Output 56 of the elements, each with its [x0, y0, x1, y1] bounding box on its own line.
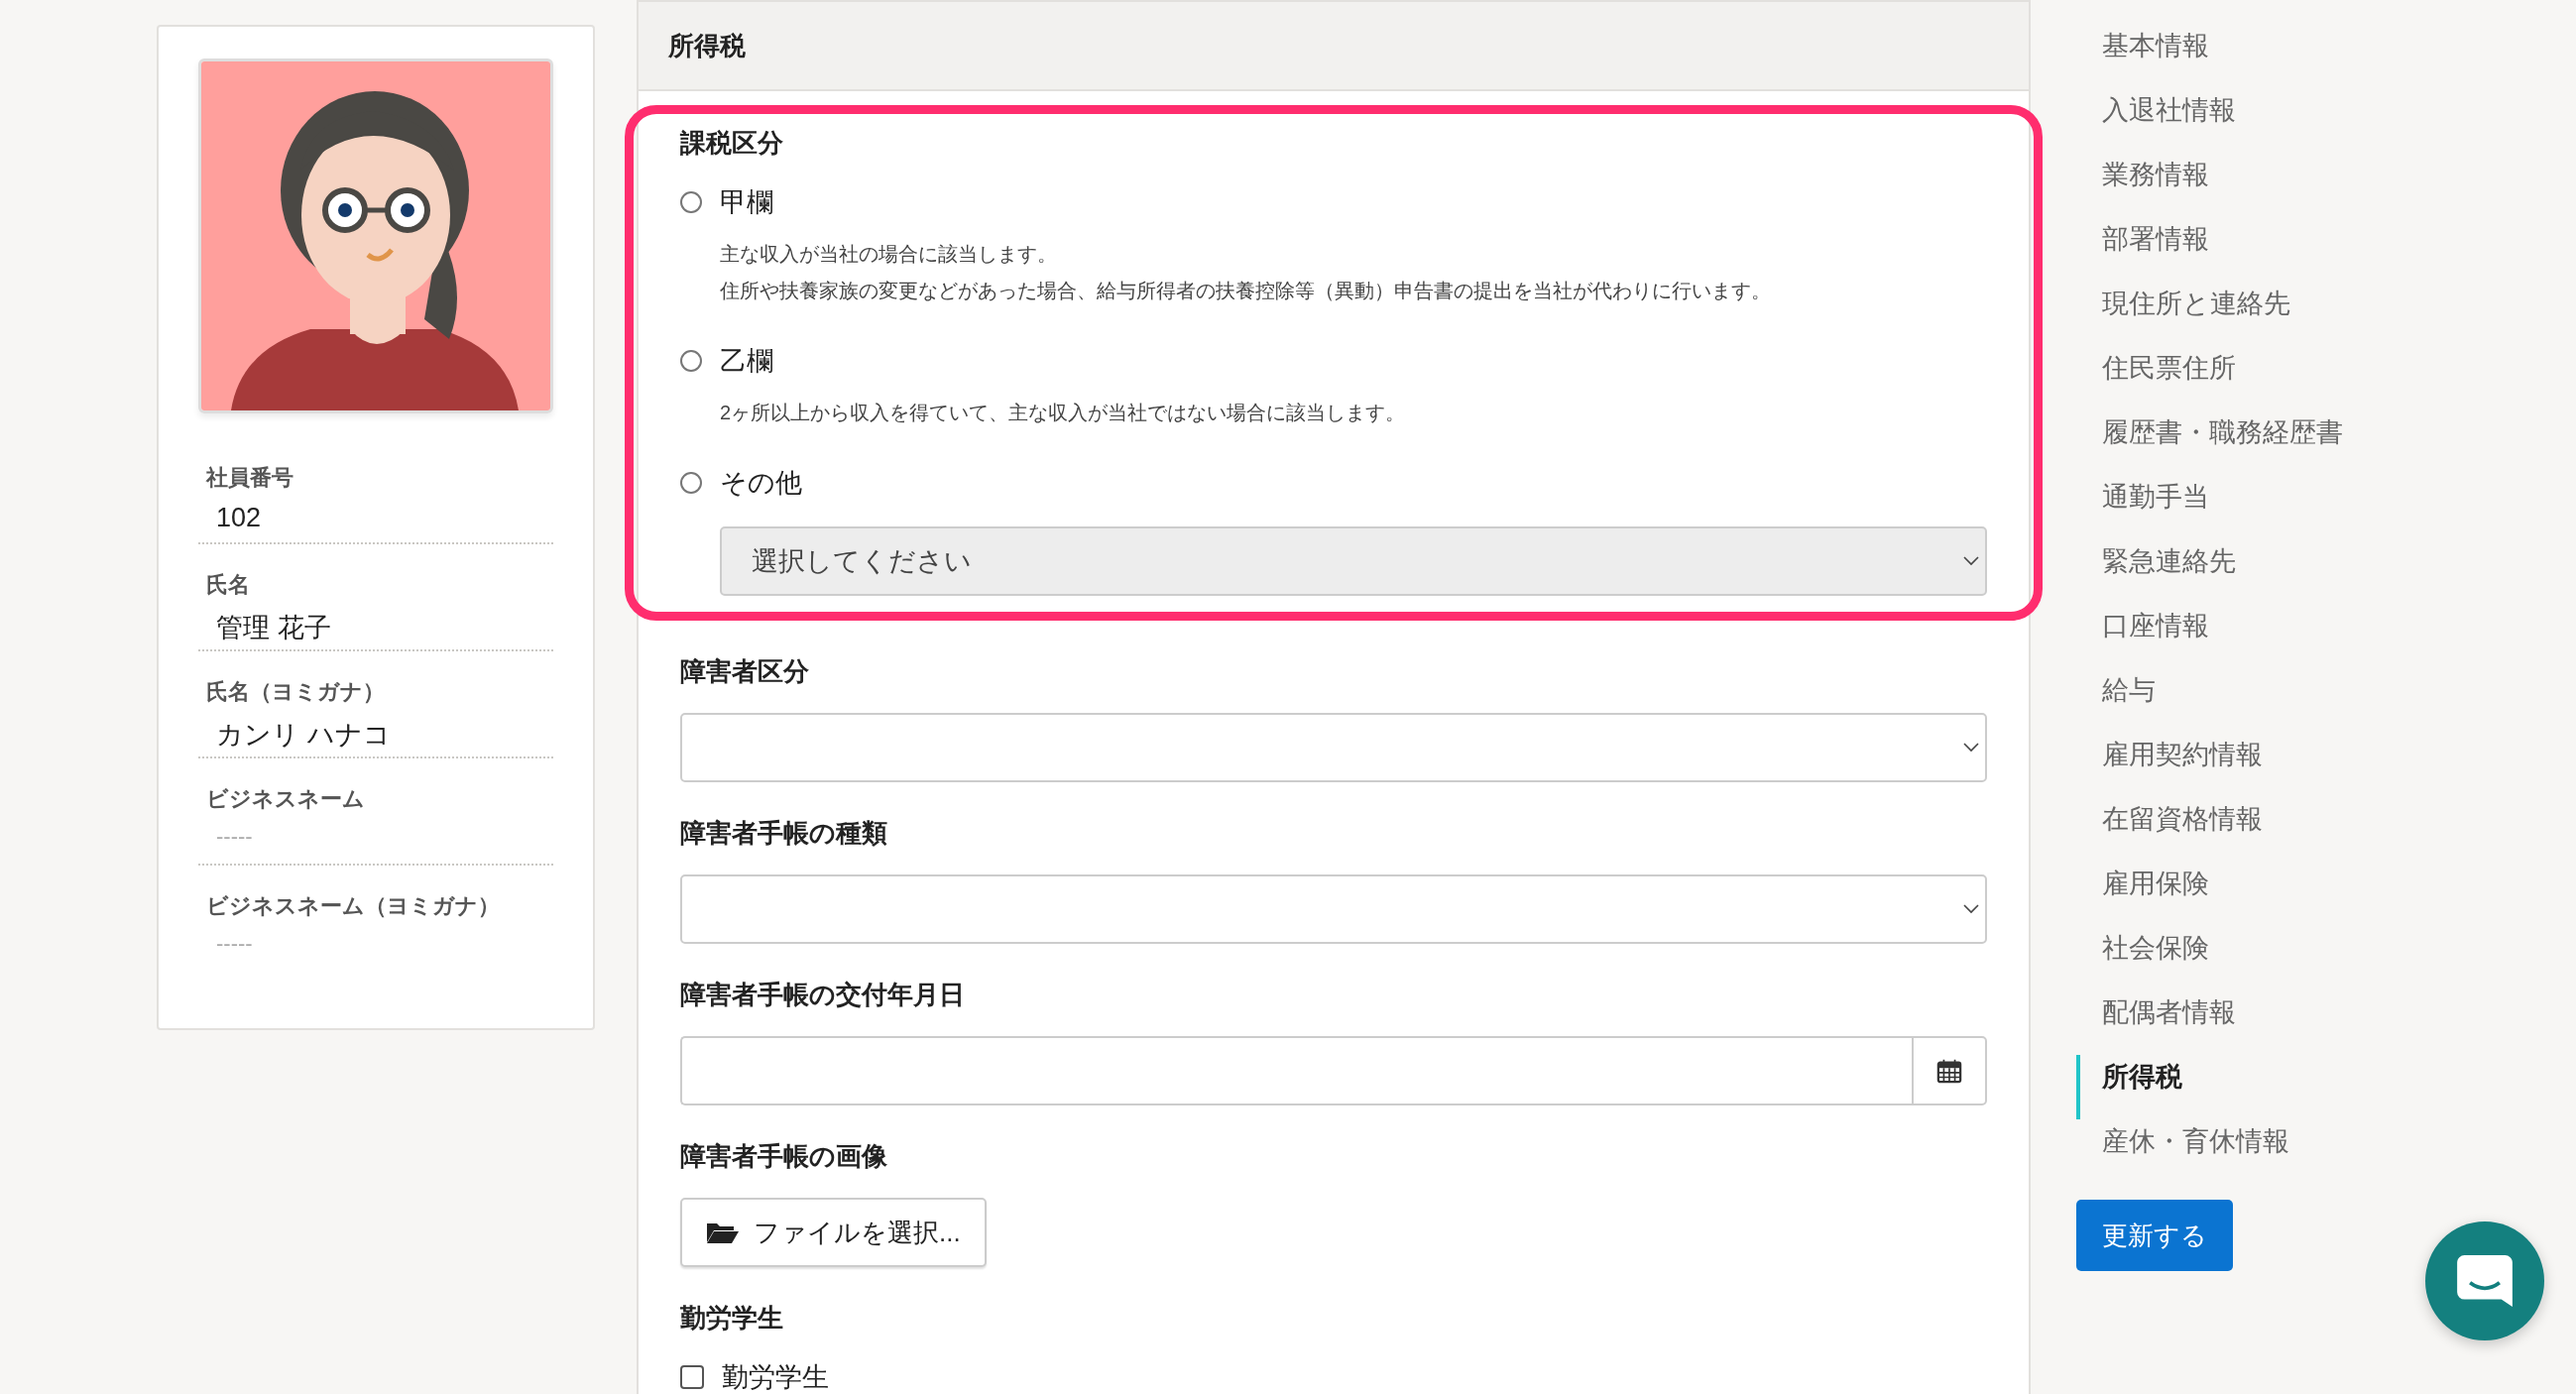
- file-select-button[interactable]: ファイルを選択...: [680, 1198, 987, 1267]
- section-label: 障害者区分: [680, 655, 810, 688]
- chevron-down-icon: [1963, 556, 1979, 566]
- empty-value-dashes: -----: [215, 824, 254, 850]
- section-label: 障害者手帳の画像: [680, 1140, 888, 1173]
- nav-link[interactable]: 業務情報: [2076, 153, 2209, 217]
- nav-link[interactable]: 所得税: [2076, 1055, 2182, 1119]
- nav-link[interactable]: 通勤手当: [2076, 475, 2209, 539]
- checkbox-label[interactable]: 勤労学生: [722, 1359, 829, 1394]
- panel-title: 所得税: [668, 29, 746, 62]
- field-label: 氏名（ヨミガナ）: [206, 678, 386, 706]
- nav-link[interactable]: 産休・育休情報: [2076, 1119, 2289, 1184]
- section-label: 障害者手帳の交付年月日: [680, 979, 966, 1011]
- chevron-down-icon: [1963, 904, 1979, 914]
- calendar-icon: [1936, 1058, 1962, 1084]
- nav-link[interactable]: 配偶者情報: [2076, 990, 2236, 1055]
- radio-label[interactable]: 甲欄: [720, 184, 773, 220]
- section-label: 障害者手帳の種類: [680, 817, 888, 850]
- date-field[interactable]: [680, 1036, 1912, 1105]
- folder-icon: [706, 1220, 740, 1244]
- nav-link[interactable]: 口座情報: [2076, 604, 2209, 668]
- option-description: 2ヶ所以上から収入を得ていて、主な収入が当社ではない場合に該当します。: [720, 401, 1407, 425]
- option-description: 主な収入が当社の場合に該当します。 住所や扶養家族の変更などがあった場合、給与所得者の扶養控除等（異動）申告書の提出を当社が代わりに行います。: [720, 242, 1772, 303]
- radio-button[interactable]: [680, 472, 702, 494]
- checkbox[interactable]: [680, 1365, 704, 1389]
- section-label: 勤労学生: [680, 1302, 784, 1335]
- chevron-down-icon: [1963, 743, 1979, 753]
- section-label: 課税区分: [680, 127, 784, 160]
- update-button[interactable]: 更新する: [2076, 1200, 2233, 1271]
- nav-link[interactable]: 給与: [2076, 668, 2156, 733]
- radio-label[interactable]: その他: [720, 465, 802, 501]
- field-value: 102: [215, 503, 263, 533]
- field-value: 管理 花子: [215, 612, 332, 644]
- nav-link[interactable]: 入退社情報: [2076, 88, 2236, 153]
- chat-button[interactable]: [2425, 1221, 2544, 1340]
- nav-link[interactable]: 住民票住所: [2076, 346, 2236, 410]
- nav-link[interactable]: 基本情報: [2076, 24, 2209, 88]
- field-value: カンリ ハナコ: [215, 719, 392, 752]
- field-label: ビジネスネーム（ヨミガナ）: [206, 892, 501, 920]
- nav-link[interactable]: 履歴書・職務経歴書: [2076, 410, 2343, 475]
- nav-link[interactable]: 現住所と連絡先: [2076, 282, 2290, 346]
- radio-button[interactable]: [680, 191, 702, 213]
- calendar-button[interactable]: [1912, 1036, 1987, 1105]
- nav-link[interactable]: 緊急連絡先: [2076, 539, 2236, 604]
- radio-label[interactable]: 乙欄: [720, 343, 773, 379]
- nav-link[interactable]: 雇用保険: [2076, 862, 2209, 926]
- nav-link[interactable]: 雇用契約情報: [2076, 733, 2263, 797]
- nav-link[interactable]: 在留資格情報: [2076, 797, 2263, 862]
- nav-link[interactable]: 社会保険: [2076, 926, 2209, 990]
- field-label: ビジネスネーム: [206, 785, 366, 813]
- field-label: 氏名: [206, 571, 251, 599]
- chat-icon: [2457, 1255, 2513, 1307]
- nav-link[interactable]: 部署情報: [2076, 217, 2209, 282]
- empty-value-dashes: -----: [215, 931, 254, 957]
- field-label: 社員番号: [206, 464, 294, 492]
- radio-button[interactable]: [680, 350, 702, 372]
